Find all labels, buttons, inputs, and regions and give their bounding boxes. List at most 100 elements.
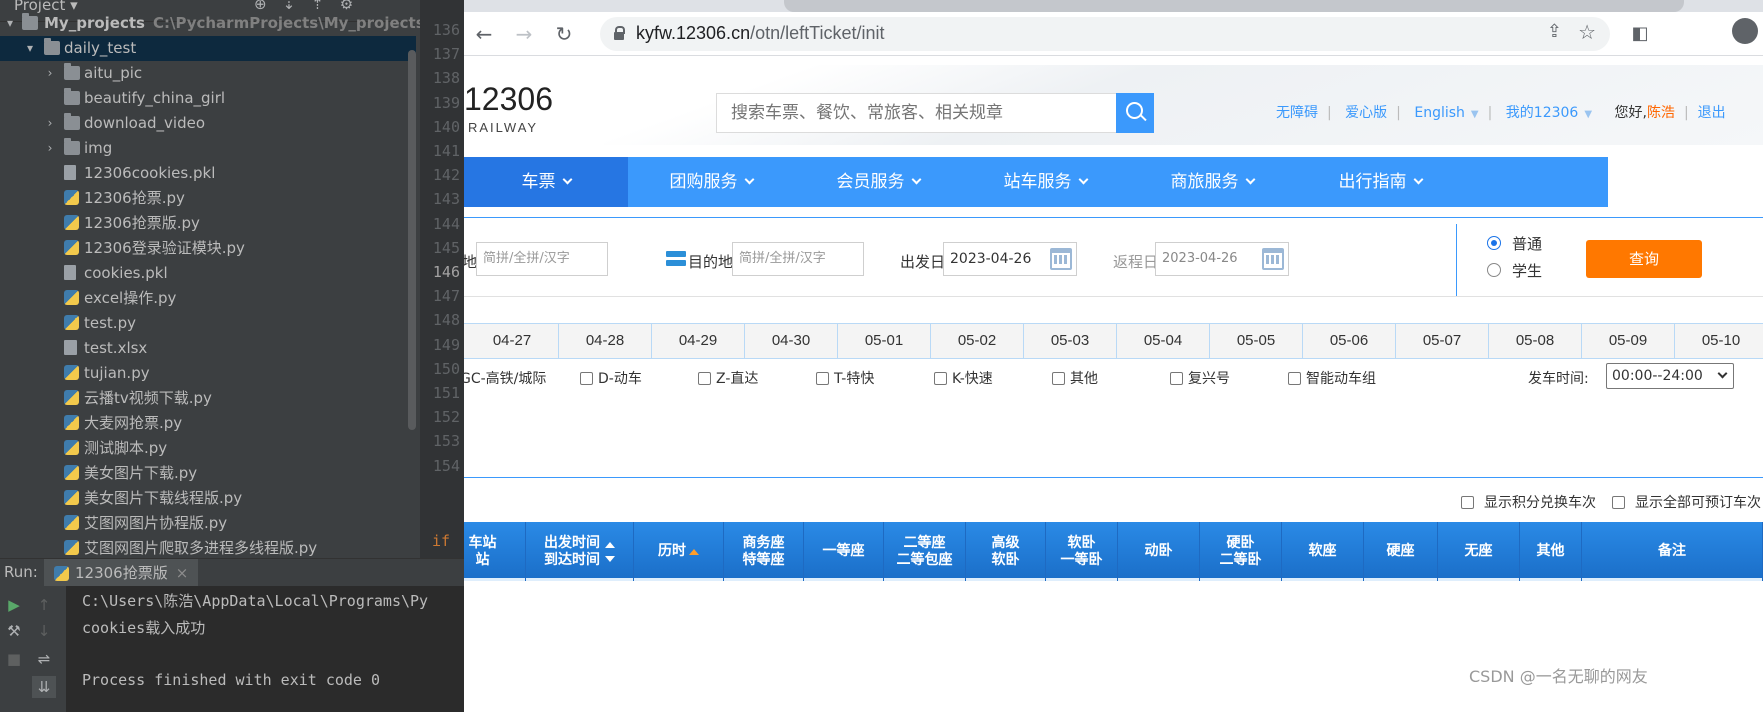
sort-up-icon[interactable]: [605, 541, 615, 548]
sort-up-icon[interactable]: [689, 548, 699, 555]
url-text[interactable]: kyfw.12306.cn/otn/leftTicket/init: [636, 23, 884, 44]
sort-icon[interactable]: [602, 541, 615, 562]
scroll-to-end-icon[interactable]: ⇊: [32, 676, 56, 698]
nav-station-service[interactable]: 站车服务: [962, 157, 1128, 207]
ticket-type-normal-radio[interactable]: [1487, 236, 1501, 250]
close-icon[interactable]: ×: [176, 564, 189, 582]
chevron-right-icon[interactable]: ›: [44, 111, 56, 136]
tree-item[interactable]: 大麦网抢票.py: [0, 411, 416, 436]
extensions-icon[interactable]: [1664, 20, 1692, 48]
arrow-down-icon[interactable]: ↓: [32, 620, 56, 642]
tree-item[interactable]: 美女图片下载.py: [0, 461, 416, 486]
logo-12306[interactable]: 12306: [464, 81, 553, 118]
tree-item[interactable]: 云播tv视频下载.py: [0, 386, 416, 411]
train-type-checkbox[interactable]: [934, 372, 947, 385]
table-header-cell[interactable]: 出发时间 到达时间: [526, 522, 634, 581]
train-type-checkbox[interactable]: [1052, 372, 1065, 385]
bookmark-star-icon[interactable]: ☆: [1578, 20, 1596, 44]
from-station-input[interactable]: 简拼/全拼/汉字: [476, 242, 608, 276]
tree-root[interactable]: ▾ My_projects C:\PycharmProjects\My_proje…: [0, 11, 425, 36]
show-points-checkbox[interactable]: [1461, 496, 1474, 509]
calendar-icon[interactable]: [1262, 248, 1284, 270]
tree-item[interactable]: 12306cookies.pkl: [0, 161, 416, 186]
chevron-down-icon[interactable]: ▾: [4, 11, 16, 36]
query-button[interactable]: 查询: [1586, 240, 1702, 278]
train-type-checkbox[interactable]: [698, 372, 711, 385]
date-tab[interactable]: 05-10: [1675, 324, 1763, 358]
my-12306-link[interactable]: 我的12306: [1506, 102, 1579, 122]
run-tab[interactable]: 12306抢票版 ×: [44, 559, 199, 587]
date-tab[interactable]: 04-28: [559, 324, 652, 358]
date-tab[interactable]: 05-08: [1489, 324, 1582, 358]
train-type-checkbox[interactable]: [816, 372, 829, 385]
logout-link[interactable]: 退出: [1698, 102, 1726, 122]
date-tab[interactable]: 05-03: [1024, 324, 1117, 358]
date-tab[interactable]: 05-09: [1582, 324, 1675, 358]
soft-wrap-icon[interactable]: ⇌: [32, 648, 56, 670]
nav-member-service[interactable]: 会员服务: [794, 157, 962, 207]
train-type-checkbox[interactable]: [1288, 372, 1301, 385]
lock-icon[interactable]: [614, 26, 625, 40]
nav-travel-guide[interactable]: 出行指南: [1296, 157, 1464, 207]
tree-item[interactable]: cookies.pkl: [0, 261, 416, 286]
forward-icon[interactable]: →: [510, 20, 538, 48]
date-tab[interactable]: 04-30: [745, 324, 838, 358]
search-icon[interactable]: [1116, 93, 1154, 133]
tree-item[interactable]: beautify_china_girl: [0, 86, 416, 111]
stop-icon[interactable]: ■: [2, 648, 26, 670]
user-name-link[interactable]: 陈浩: [1647, 102, 1675, 122]
chevron-down-icon[interactable]: ▾: [24, 36, 36, 61]
wrench-icon[interactable]: ⚒: [2, 620, 26, 642]
date-tab[interactable]: 04-29: [652, 324, 745, 358]
profile-avatar[interactable]: [1732, 18, 1758, 44]
tree-item[interactable]: 美女图片下载线程版.py: [0, 486, 416, 511]
chevron-right-icon[interactable]: ›: [44, 61, 56, 86]
back-icon[interactable]: ←: [470, 20, 498, 48]
return-date-input[interactable]: 2023-04-26: [1155, 242, 1289, 276]
english-link[interactable]: English: [1414, 105, 1465, 121]
tree-item[interactable]: 12306登录验证模块.py: [0, 236, 416, 261]
tree-item[interactable]: 12306抢票版.py: [0, 211, 416, 236]
chevron-right-icon[interactable]: ›: [44, 136, 56, 161]
depart-time-select[interactable]: 00:00--24:00: [1606, 363, 1734, 389]
reload-icon[interactable]: ↻: [550, 20, 578, 48]
tree-item[interactable]: 12306抢票.py: [0, 186, 416, 211]
tree-item[interactable]: 艾图网图片协程版.py: [0, 511, 416, 536]
train-type-checkbox[interactable]: [1170, 372, 1183, 385]
arrow-up-icon[interactable]: ↑: [32, 594, 56, 616]
depart-date-input[interactable]: 2023-04-26: [943, 242, 1077, 276]
browser-tab[interactable]: [784, 0, 1684, 12]
show-all-checkbox[interactable]: [1612, 496, 1625, 509]
train-type-checkbox[interactable]: [580, 372, 593, 385]
tree-item[interactable]: excel操作.py: [0, 286, 416, 311]
date-tab[interactable]: 05-04: [1117, 324, 1210, 358]
nav-tickets[interactable]: 车票: [464, 157, 628, 207]
tree-item[interactable]: test.py: [0, 311, 416, 336]
tree-item[interactable]: › download_video: [0, 111, 416, 136]
sort-down-icon[interactable]: [605, 555, 615, 562]
care-version-link[interactable]: 爱心版: [1345, 102, 1387, 122]
tree-item[interactable]: 测试脚本.py: [0, 436, 416, 461]
omnibox[interactable]: kyfw.12306.cn/otn/leftTicket/init ⇪ ☆: [600, 17, 1610, 51]
calendar-icon[interactable]: [1050, 248, 1072, 270]
tree-item[interactable]: › img: [0, 136, 416, 161]
tree-item[interactable]: › aitu_pic: [0, 61, 416, 86]
nav-group-service[interactable]: 团购服务: [628, 157, 794, 207]
nav-business-service[interactable]: 商旅服务: [1128, 157, 1296, 207]
date-tab[interactable]: 05-07: [1396, 324, 1489, 358]
date-tab[interactable]: 05-01: [838, 324, 931, 358]
to-station-input[interactable]: 简拼/全拼/汉字: [732, 242, 864, 276]
side-panel-icon[interactable]: ◧: [1626, 20, 1654, 48]
tree-scrollbar[interactable]: [408, 50, 416, 430]
tree-item[interactable]: test.xlsx: [0, 336, 416, 361]
tree-item[interactable]: tujian.py: [0, 361, 416, 386]
date-tab[interactable]: 05-06: [1303, 324, 1396, 358]
ticket-type-student-radio[interactable]: [1487, 263, 1501, 277]
table-header-cell[interactable]: 历时: [634, 522, 724, 581]
date-tab[interactable]: 04-27: [466, 324, 559, 358]
tree-item[interactable]: ▾ daily_test: [0, 36, 416, 61]
share-icon[interactable]: ⇪: [1547, 21, 1562, 42]
site-search-input[interactable]: [717, 94, 1117, 132]
date-tab[interactable]: 05-02: [931, 324, 1024, 358]
swap-stations-icon[interactable]: [666, 251, 688, 267]
